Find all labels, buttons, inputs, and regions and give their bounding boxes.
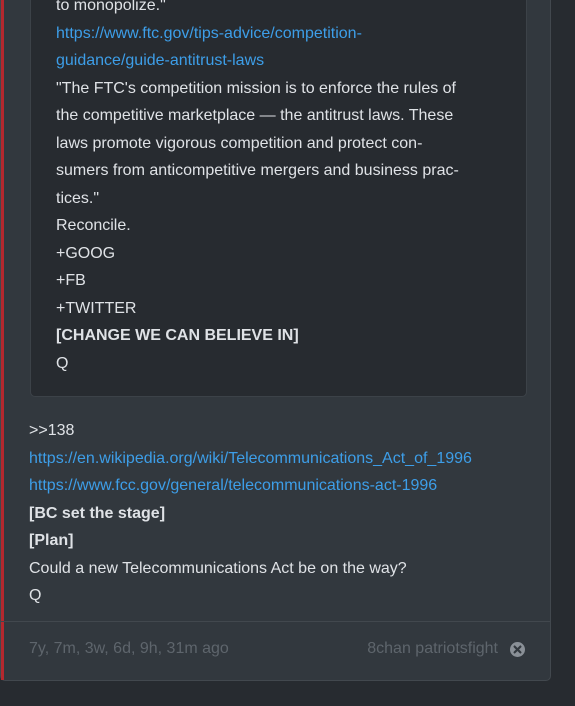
quote-bold-line: [CHANGE WE CAN BELIEVE IN]: [56, 327, 299, 344]
accent-bar: [1, 0, 4, 680]
post-link-wikipedia[interactable]: https://en.wikipedia.org/wiki/Telecommun…: [29, 449, 472, 469]
post-timestamp: 7y, 7m, 3w, 6d, 9h, 31m ago: [29, 640, 229, 657]
post-signature: Q: [29, 587, 42, 604]
quote-text-line: the competitive marketplace — the antitr…: [56, 107, 454, 124]
post-card: to monopolize." https://www.ftc.gov/tips…: [0, 0, 551, 681]
quote-link-ftc[interactable]: https://www.ftc.gov/tips-advice/competit…: [56, 24, 362, 44]
post-footer: 7y, 7m, 3w, 6d, 9h, 31m ago 8chan patrio…: [1, 621, 550, 680]
quote-text-line: tices.": [56, 190, 100, 207]
quote-link-ftc-cont[interactable]: guidance/guide-antitrust-laws: [56, 51, 264, 71]
post-bold-line: [BC set the stage]: [29, 505, 166, 522]
quote-text-line: +FB: [56, 272, 86, 289]
quote-text-line: to monopolize.": [56, 0, 166, 14]
post-reply-ref[interactable]: >>138: [29, 421, 74, 441]
quote-text-line: laws promote vigorous competition and pr…: [56, 135, 423, 152]
quote-signature: Q: [56, 355, 69, 372]
post-link-fcc[interactable]: https://www.fcc.gov/general/telecommunic…: [29, 476, 437, 496]
post-text-line: Could a new Telecommunications Act be on…: [29, 560, 407, 577]
quote-text-line: +TWITTER: [56, 300, 137, 317]
post-source[interactable]: 8chan patriotsfight: [367, 640, 498, 658]
quote-text-line: Reconcile.: [56, 217, 131, 234]
quoted-post: to monopolize." https://www.ftc.gov/tips…: [30, 0, 527, 397]
quote-text-line: "The FTC's competition mission is to enf…: [56, 80, 456, 97]
close-circle-icon[interactable]: [510, 642, 525, 657]
quote-text-line: sumers from anticompetitive mergers and …: [56, 162, 459, 179]
post-bold-line: [Plan]: [29, 532, 74, 549]
quote-text-line: +GOOG: [56, 245, 116, 262]
